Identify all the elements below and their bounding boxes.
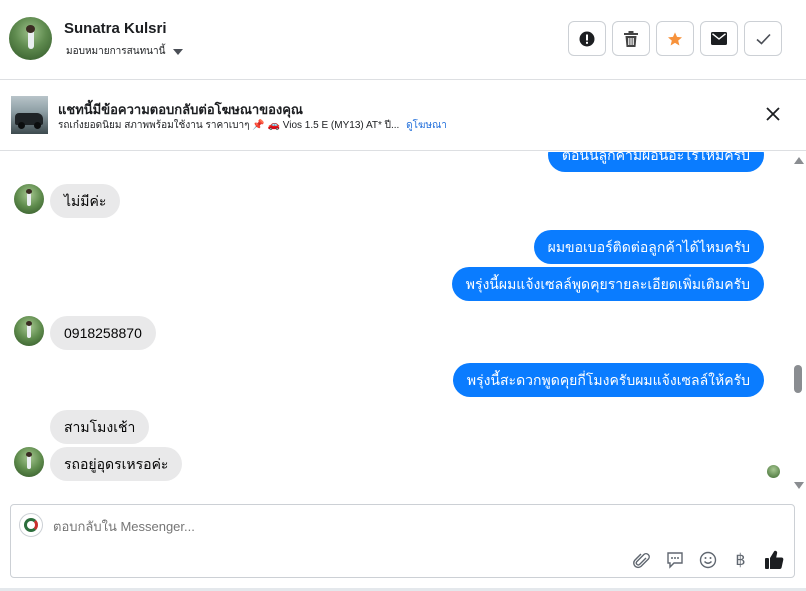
message-incoming[interactable]: 0918258870	[50, 316, 156, 350]
scrollbar-thumb[interactable]	[794, 365, 802, 393]
header-actions	[568, 21, 782, 56]
ad-subtitle-text: รถเก๋งยอดนิยม สภาพพร้อมใช้งาน ราคาเบาๆ	[58, 120, 250, 131]
like-icon[interactable]	[763, 549, 784, 570]
conversation-header: Sunatra Kulsri มอบหมายการสนทนานี้	[0, 0, 806, 80]
baht-icon[interactable]: ฿	[730, 549, 751, 570]
ad-context-bar: แชทนี้มีข้อความตอบกลับต่อโฆษณาของคุณ รถเ…	[0, 81, 806, 151]
contact-avatar-small	[14, 447, 44, 477]
caret-down-icon	[173, 49, 184, 55]
ad-model-text: Vios 1.5 E (MY13) AT* ปี...	[282, 120, 400, 131]
mark-unread-button[interactable]	[700, 21, 738, 56]
ad-title: แชทนี้มีข้อความตอบกลับต่อโฆษณาของคุณ	[58, 102, 303, 117]
contact-name[interactable]: Sunatra Kulsri	[64, 20, 167, 37]
pin-emoji: 📌	[252, 120, 265, 131]
star-icon	[668, 31, 682, 45]
saved-reply-icon[interactable]	[664, 549, 685, 570]
message-thread[interactable]: ต่อนี้นลูกค้ามีผ่อนอะไรไหมครับ ไม่มีค่ะ …	[0, 152, 790, 494]
mark-done-button[interactable]	[744, 21, 782, 56]
close-icon[interactable]	[762, 103, 784, 125]
emoji-icon[interactable]	[697, 549, 718, 570]
ad-subtitle: รถเก๋งยอดนิยม สภาพพร้อมใช้งาน ราคาเบาๆ 📌…	[58, 118, 447, 133]
trash-icon	[624, 30, 638, 47]
report-button[interactable]	[568, 21, 606, 56]
assign-conversation-dropdown[interactable]: มอบหมายการสนทนานี้	[66, 44, 184, 59]
composer-toolbar: ฿	[631, 549, 784, 570]
contact-avatar[interactable]	[9, 17, 52, 60]
attachment-icon[interactable]	[631, 549, 652, 570]
seen-avatar	[767, 465, 780, 478]
message-outgoing[interactable]: ผมขอเบอร์ติดต่อลูกค้าได้ไหมครับ	[533, 230, 764, 264]
star-button[interactable]	[656, 21, 694, 56]
contact-avatar-small	[14, 316, 44, 346]
delete-button[interactable]	[612, 21, 650, 56]
baht-symbol: ฿	[735, 550, 746, 569]
thread-scrollbar[interactable]	[790, 152, 806, 494]
message-incoming[interactable]: สามโมงเช้า	[50, 410, 150, 444]
view-ad-link[interactable]: ดูโฆษณา	[406, 120, 447, 131]
car-emoji: 🚗	[267, 120, 280, 131]
contact-avatar-small	[14, 184, 44, 214]
ad-thumbnail[interactable]	[11, 96, 48, 134]
reply-composer: ฿	[10, 504, 795, 578]
message-incoming[interactable]: ไม่มีค่ะ	[50, 184, 121, 218]
scroll-up-arrow-icon[interactable]	[794, 157, 804, 164]
page-avatar	[19, 513, 43, 537]
envelope-icon	[711, 32, 727, 45]
reply-input[interactable]	[53, 519, 613, 534]
scroll-down-arrow-icon[interactable]	[794, 482, 804, 489]
message-incoming[interactable]: รถอยู่อุดรเหรอค่ะ	[50, 447, 183, 481]
alert-circle-icon	[579, 31, 595, 46]
message-outgoing[interactable]: พรุ่งนี้สะดวกพูดคุยกี่โมงครับผมแจ้งเซลล์…	[452, 363, 764, 397]
check-icon	[755, 33, 771, 45]
assign-label: มอบหมายการสนทนานี้	[66, 46, 166, 57]
message-outgoing[interactable]: ต่อนี้นลูกค้ามีผ่อนอะไรไหมครับ	[547, 152, 764, 172]
message-outgoing[interactable]: พรุ่งนี้ผมแจ้งเซลล์พูดคุยรายละเอียดเพิ่ม…	[451, 267, 764, 301]
